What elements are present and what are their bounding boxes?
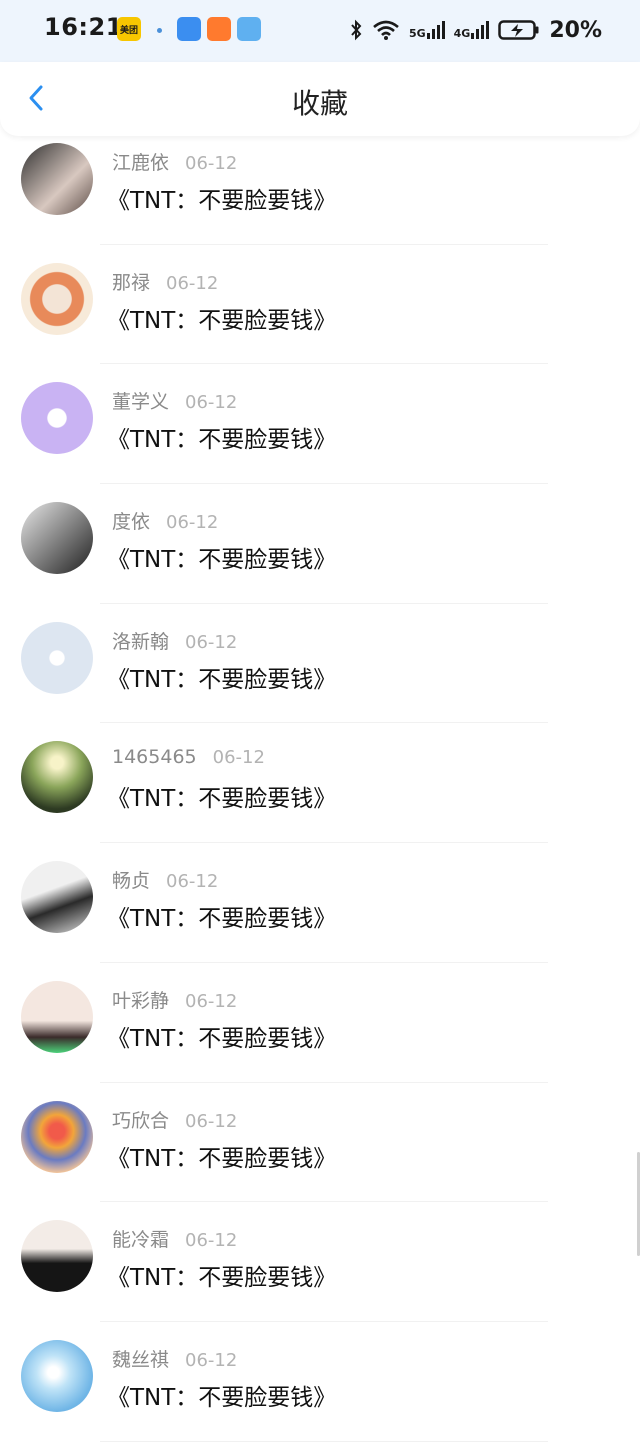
avatar[interactable]: [21, 741, 93, 814]
favorite-date: 06-12: [185, 631, 238, 653]
user-name-row: 董学义 06-12: [112, 387, 237, 414]
weather-icon: [237, 17, 261, 41]
user-name-row: 能冷霜 06-12: [112, 1225, 237, 1252]
favorite-date: 06-12: [166, 871, 219, 893]
video-orange-icon: [207, 17, 231, 41]
favorite-date: 06-12: [185, 1230, 238, 1252]
user-name-row: 叶彩静 06-12: [112, 986, 237, 1013]
user-name: 巧欣合: [112, 1109, 170, 1132]
favorite-date: 06-12: [185, 392, 238, 414]
avatar[interactable]: [21, 621, 93, 694]
list-item[interactable]: 巧欣合 06-12 《TNT：不要脸要钱》: [0, 1083, 640, 1203]
list-item[interactable]: 畅贞 06-12 《TNT：不要脸要钱》: [0, 843, 640, 963]
battery-percent: 20%: [549, 17, 602, 43]
user-name: 洛新翰: [112, 630, 170, 653]
favorite-date: 06-12: [185, 153, 238, 174]
avatar[interactable]: [21, 502, 93, 575]
user-name-row: 魏丝祺 06-12: [112, 1345, 237, 1372]
app-blue-icon: [177, 17, 201, 41]
user-name: 那禄: [112, 271, 151, 294]
status-icons: 5G 4G 20%: [349, 14, 602, 46]
bluetooth-icon: [351, 19, 362, 41]
favorite-content: 《TNT：不要脸要钱》: [107, 1265, 337, 1292]
list-item[interactable]: 洛新翰 06-12 《TNT：不要脸要钱》: [0, 604, 640, 724]
avatar[interactable]: [21, 1339, 93, 1412]
user-name: 江鹿依: [112, 152, 170, 174]
favorite-content: 《TNT：不要脸要钱》: [107, 1384, 337, 1411]
user-name: 魏丝祺: [112, 1348, 170, 1371]
favorite-date: 06-12: [185, 1349, 238, 1371]
favorite-content: 《TNT：不要脸要钱》: [107, 1145, 337, 1172]
favorite-date: 06-12: [185, 1110, 238, 1132]
favorite-content: 《TNT：不要脸要钱》: [107, 786, 337, 813]
user-name-row: 江鹿依 06-12: [112, 148, 237, 175]
list-item[interactable]: 1465465 06-12 《TNT：不要脸要钱》: [0, 723, 640, 844]
user-name-row: 度依 06-12: [112, 507, 218, 534]
favorite-date: 06-12: [166, 272, 219, 294]
wifi-icon: [373, 20, 399, 40]
notification-dot: [157, 28, 162, 33]
list-item[interactable]: 那禄 06-12 《TNT：不要脸要钱》: [0, 245, 640, 365]
user-name: 畅贞: [112, 870, 151, 893]
avatar[interactable]: [21, 980, 93, 1053]
avatar[interactable]: [21, 382, 93, 455]
favorites-list: 江鹿依 06-12 《TNT：不要脸要钱》 那禄 06-12 《TNT：不要脸要钱》 董学义…: [0, 125, 640, 1442]
user-name: 1465465: [112, 746, 197, 769]
user-name-row: 洛新翰 06-12: [112, 627, 237, 654]
list-item[interactable]: 魏丝祺 06-12 《TNT：不要脸要钱》: [0, 1322, 640, 1442]
favorite-content: 《TNT：不要脸要钱》: [107, 1025, 337, 1052]
avatar[interactable]: [21, 1220, 93, 1293]
avatar[interactable]: [21, 143, 93, 215]
user-name: 能冷霜: [112, 1229, 170, 1252]
network-4g-label: 4G: [453, 27, 471, 40]
favorite-content: 《TNT：不要脸要钱》: [107, 307, 337, 334]
divider: [100, 1440, 548, 1442]
battery-charging-icon: [498, 20, 539, 40]
user-name: 度依: [112, 511, 151, 534]
favorite-content: 《TNT：不要脸要钱》: [107, 547, 337, 574]
signal-5g: 5G: [409, 21, 445, 39]
favorite-content: 《TNT：不要脸要钱》: [107, 906, 337, 933]
signal-bars-icon: [426, 21, 445, 39]
meituan-icon: 美团: [117, 17, 141, 41]
user-name-row: 1465465 06-12: [112, 746, 265, 768]
user-name-row: 巧欣合 06-12: [112, 1106, 237, 1133]
page-header: 收藏: [0, 62, 640, 136]
favorite-date: 06-12: [185, 990, 238, 1012]
network-5g-label: 5G: [408, 27, 426, 40]
user-name-row: 那禄 06-12: [112, 268, 218, 295]
user-name: 董学义: [112, 391, 170, 414]
list-item[interactable]: 能冷霜 06-12 《TNT：不要脸要钱》: [0, 1202, 640, 1322]
avatar[interactable]: [21, 1100, 93, 1173]
avatar[interactable]: [21, 861, 93, 934]
status-bar: 16:21 美团 5G 4G 20%: [0, 0, 640, 62]
favorite-content: 《TNT：不要脸要钱》: [107, 666, 337, 693]
page-title: 收藏: [291, 87, 348, 120]
favorite-date: 06-12: [212, 747, 265, 769]
favorite-date: 06-12: [166, 512, 219, 534]
signal-bars-icon: [471, 21, 490, 39]
status-time: 16:21: [44, 13, 123, 41]
list-item[interactable]: 度依 06-12 《TNT：不要脸要钱》: [0, 484, 640, 604]
user-name-row: 畅贞 06-12: [112, 866, 218, 893]
list-item[interactable]: 董学义 06-12 《TNT：不要脸要钱》: [0, 364, 640, 485]
signal-4g: 4G: [454, 21, 490, 39]
list-item[interactable]: 江鹿依 06-12 《TNT：不要脸要钱》: [0, 125, 640, 245]
favorite-content: 《TNT：不要脸要钱》: [107, 427, 337, 454]
avatar[interactable]: [21, 262, 93, 335]
user-name: 叶彩静: [112, 989, 170, 1012]
list-item[interactable]: 叶彩静 06-12 《TNT：不要脸要钱》: [0, 963, 640, 1083]
favorite-content: 《TNT：不要脸要钱》: [107, 188, 337, 214]
